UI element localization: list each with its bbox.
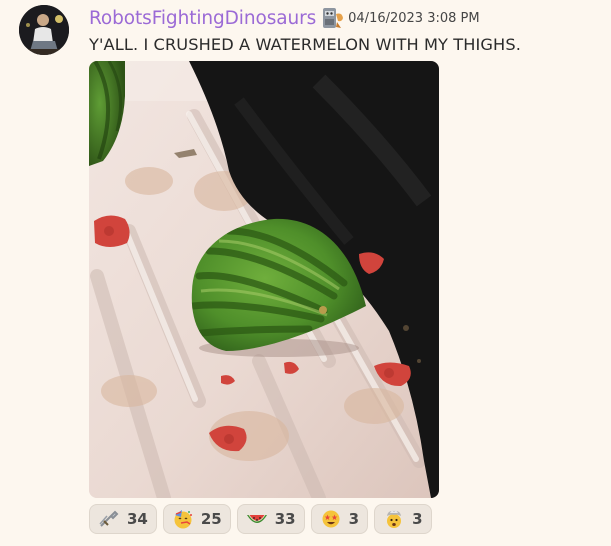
author-name[interactable]: RobotsFightingDinosaurs — [89, 8, 316, 29]
reaction-count: 3 — [412, 510, 423, 528]
chat-message: RobotsFightingDinosaurs 04/16/2023 3:08 … — [0, 0, 611, 546]
reaction-count: 25 — [200, 510, 222, 528]
reaction-sword[interactable]: 34 — [89, 504, 157, 534]
reaction-exploding-head[interactable]: 3 — [374, 504, 432, 534]
reaction-star-struck[interactable]: 3 — [310, 504, 369, 534]
robot-dinosaur-badge-icon — [322, 6, 344, 30]
message-header: RobotsFightingDinosaurs 04/16/2023 3:08 … — [89, 4, 480, 32]
reaction-count: 3 — [348, 510, 360, 528]
star-struck-icon — [320, 509, 342, 529]
avatar[interactable] — [19, 5, 69, 55]
message-content: Y'ALL. I CRUSHED A WATERMELON WITH MY TH… — [89, 35, 521, 54]
exploding-head-icon — [383, 509, 405, 529]
watermelon-photo — [89, 61, 439, 498]
reaction-count: 34 — [127, 510, 148, 528]
reaction-watermelon[interactable]: 33 — [236, 504, 305, 534]
reactions-bar: 34 25 33 3 3 — [89, 504, 432, 534]
image-attachment[interactable] — [89, 61, 439, 498]
partying-face-icon — [172, 509, 194, 529]
watermelon-icon — [246, 509, 268, 529]
reaction-count: 33 — [274, 510, 296, 528]
reaction-party[interactable]: 25 — [162, 504, 231, 534]
message-timestamp: 04/16/2023 3:08 PM — [348, 10, 480, 26]
sword-cross-icon — [98, 509, 120, 529]
